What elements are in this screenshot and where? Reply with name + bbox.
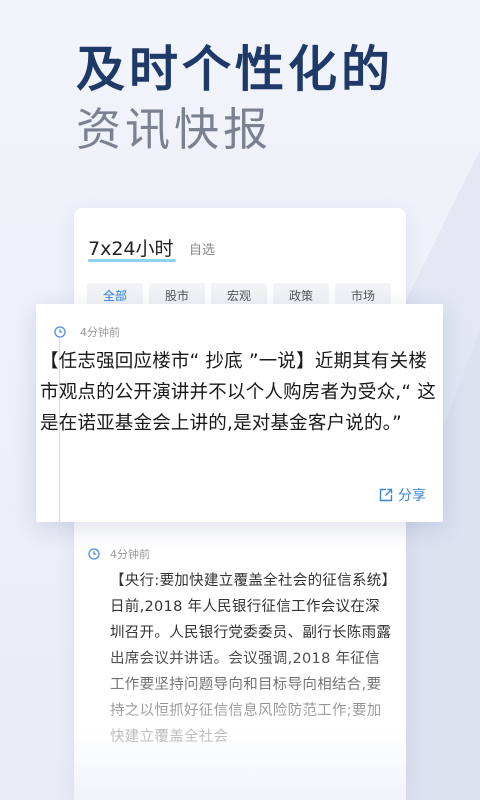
tab-watchlist[interactable]: 自选 xyxy=(189,241,215,261)
share-button[interactable]: 分享 xyxy=(378,486,426,504)
active-tab-indicator xyxy=(88,259,176,262)
hero-title: 及时个性化的 xyxy=(76,41,395,98)
share-icon xyxy=(379,488,393,502)
feed-news-text[interactable]: 【央行:要加快建立覆盖全社会的征信系统】日前,2018 年人民银行征信工作会议在… xyxy=(110,568,394,750)
clock-icon xyxy=(54,326,66,338)
featured-news-text[interactable]: 【任志强回应楼市“ 抄底 ”一说】近期其有关楼市观点的公开演讲并不以个人购房者为… xyxy=(40,346,436,439)
hero-subtitle: 资讯快报 xyxy=(76,103,273,156)
feed-news-time: 4分钟前 xyxy=(110,548,150,561)
clock-icon xyxy=(88,548,100,560)
share-label: 分享 xyxy=(398,488,426,504)
news-time: 4分钟前 xyxy=(80,326,120,339)
